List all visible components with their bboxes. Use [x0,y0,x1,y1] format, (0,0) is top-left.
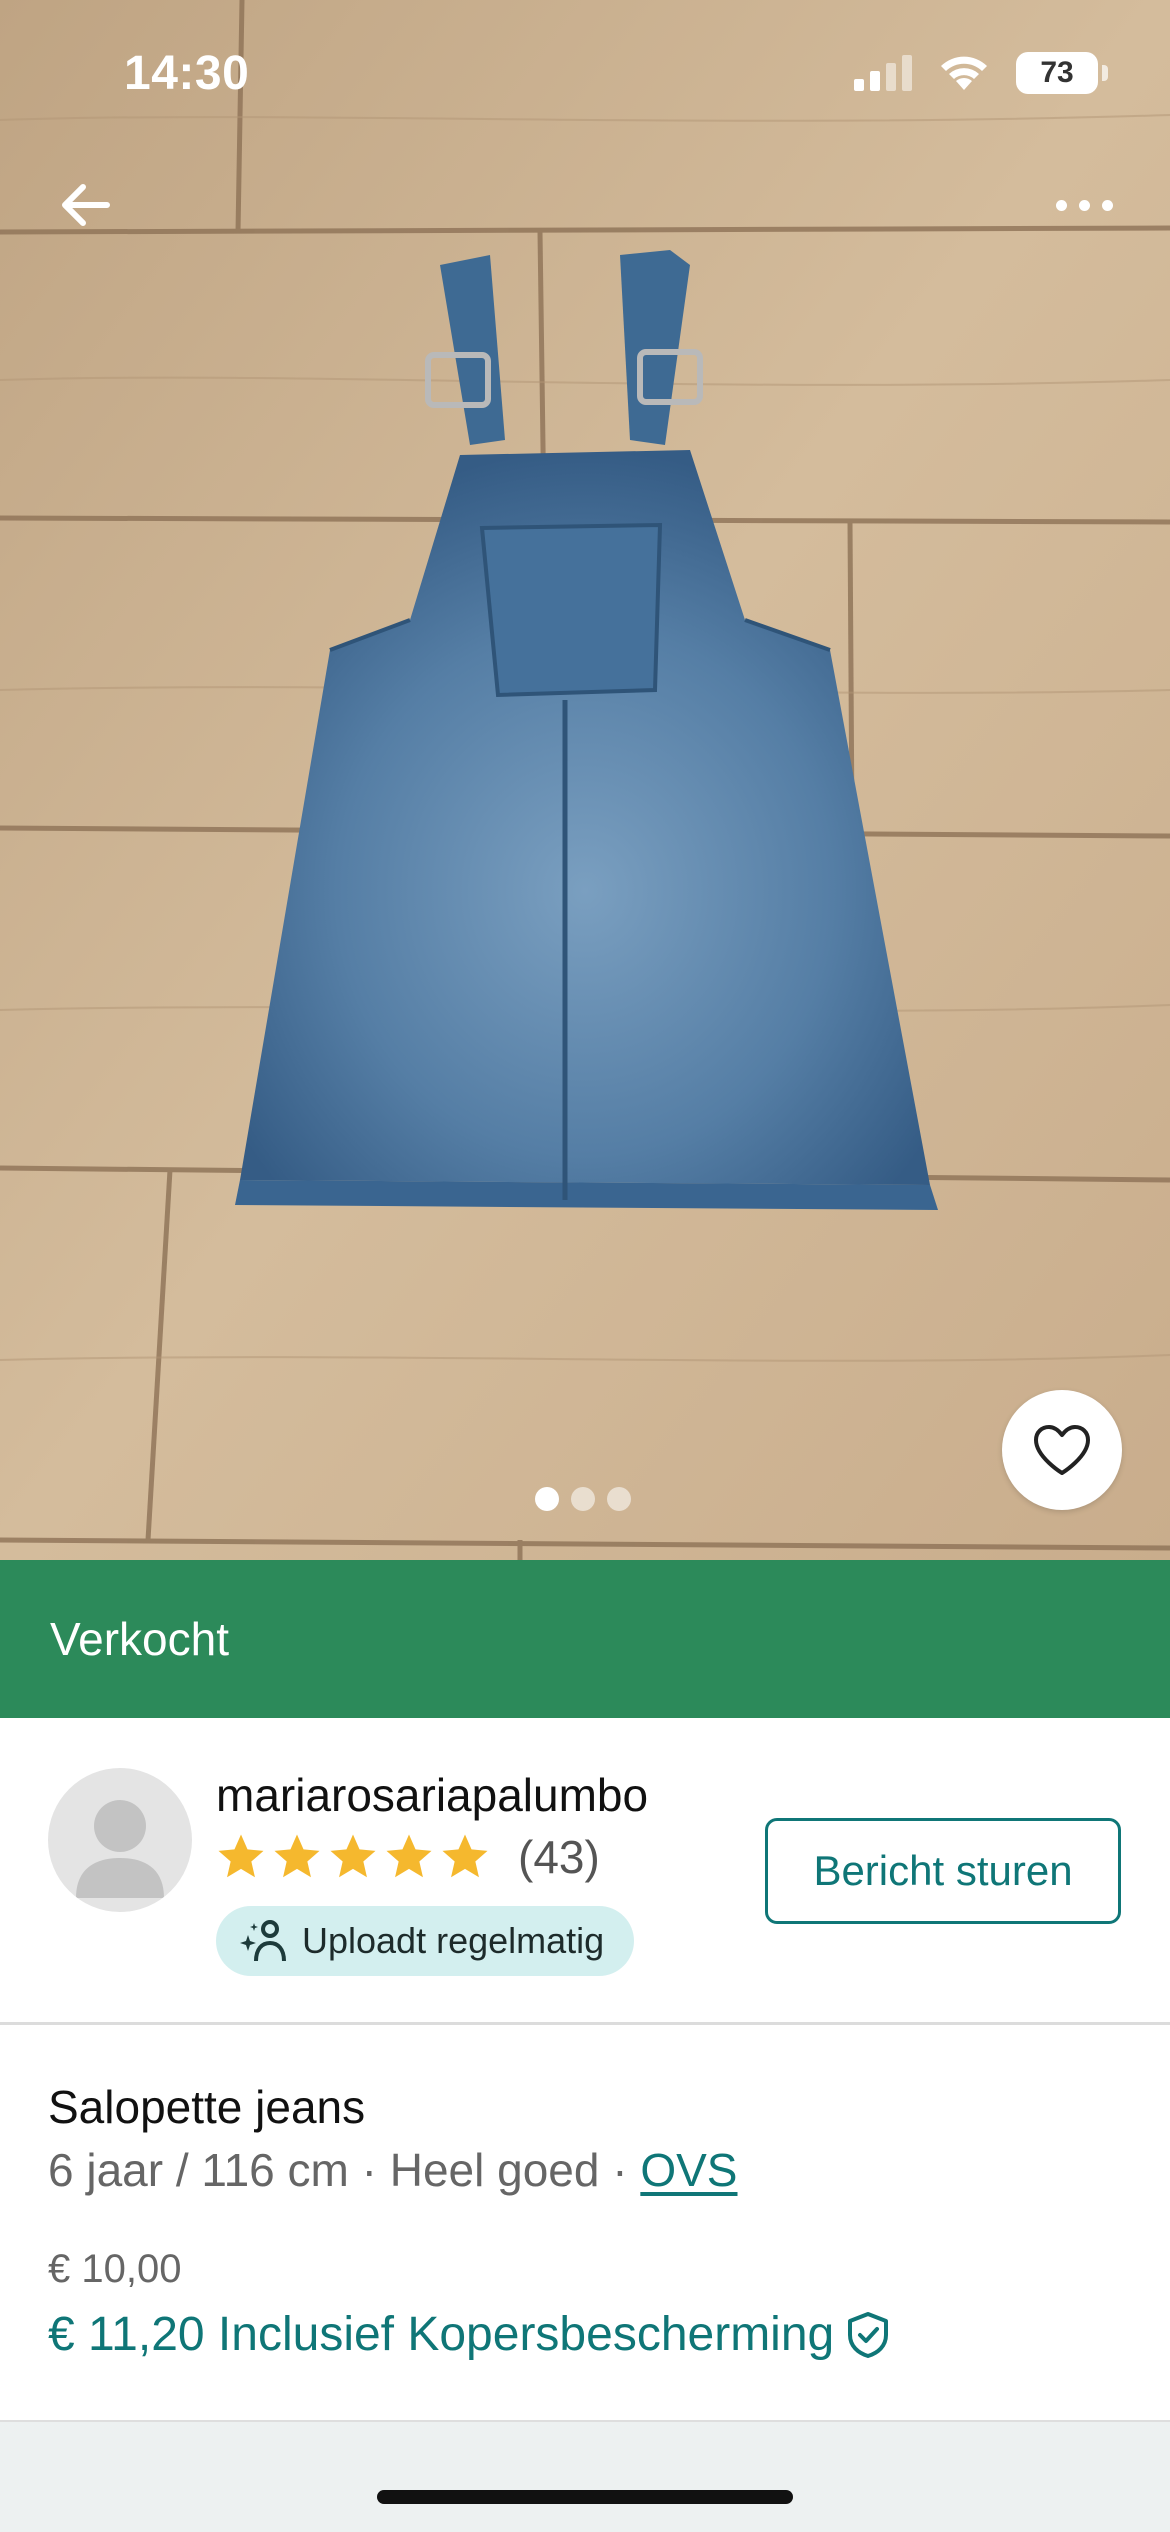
status-bar: 14:30 73 [0,0,1170,150]
meta-separator: · [599,2144,641,2196]
page-dot-active[interactable] [535,1487,559,1511]
cellular-signal-icon [854,55,912,91]
upload-sparkle-icon [240,1920,286,1962]
sold-label: Verkocht [50,1613,229,1665]
rating-count: (43) [518,1831,600,1883]
frequent-uploader-badge: Uploadt regelmatig [216,1906,635,1976]
status-icons: 73 [854,52,1108,94]
item-details: Salopette jeans 6 jaar / 116 cm · Heel g… [0,2025,1170,2420]
more-dot [1101,199,1113,211]
item-brand-link[interactable]: OVS [640,2144,737,2196]
item-size: 6 jaar / 116 cm [48,2144,349,2196]
item-photo[interactable]: 14:30 73 [0,0,1170,1560]
page-dot[interactable] [607,1487,631,1511]
photo-page-indicator [535,1487,631,1511]
item-title: Salopette jeans [48,2081,366,2133]
wifi-icon [941,56,987,90]
item-condition: Heel goed [389,2144,600,2196]
item-price: € 10,00 [48,2247,182,2291]
star-icon [386,1834,432,1878]
seller-rating[interactable]: (43) [214,1830,600,1884]
shield-check-icon [848,2311,889,2358]
more-dots-icon [1055,199,1067,211]
arrow-left-icon [62,184,110,226]
star-icon [330,1834,376,1878]
more-options-button[interactable] [1044,180,1124,230]
more-dot [1078,199,1090,211]
heart-icon [1034,1425,1090,1475]
status-time: 14:30 [124,47,250,100]
price-with-buyer-protection[interactable]: € 11,20 Inclusief Kopersbescherming [48,2307,890,2362]
sold-banner: Verkocht [0,1560,1170,1718]
send-message-button[interactable]: Bericht sturen [765,1818,1121,1924]
battery-indicator: 73 [1016,52,1108,94]
item-meta: 6 jaar / 116 cm · Heel goed · OVS [48,2143,738,2197]
back-button[interactable] [50,170,120,240]
avatar[interactable] [48,1768,192,1912]
bottom-bar [0,2420,1170,2532]
badge-label: Uploadt regelmatig [302,1920,605,1961]
price-protection-label: € 11,20 Inclusief Kopersbescherming [48,2308,835,2361]
favorite-button[interactable] [1002,1390,1122,1510]
page-dot[interactable] [571,1487,595,1511]
user-placeholder-icon [76,1800,164,1898]
seller-section: mariarosariapalumbo (43) Uploadt regelma… [0,1718,1170,2024]
star-icon [442,1834,488,1878]
star-icon [274,1834,320,1878]
meta-separator: · [348,2144,390,2196]
seller-username[interactable]: mariarosariapalumbo [216,1768,648,1822]
home-indicator[interactable] [377,2490,793,2504]
star-icon [218,1834,264,1878]
denim-dress-image [235,250,938,1210]
